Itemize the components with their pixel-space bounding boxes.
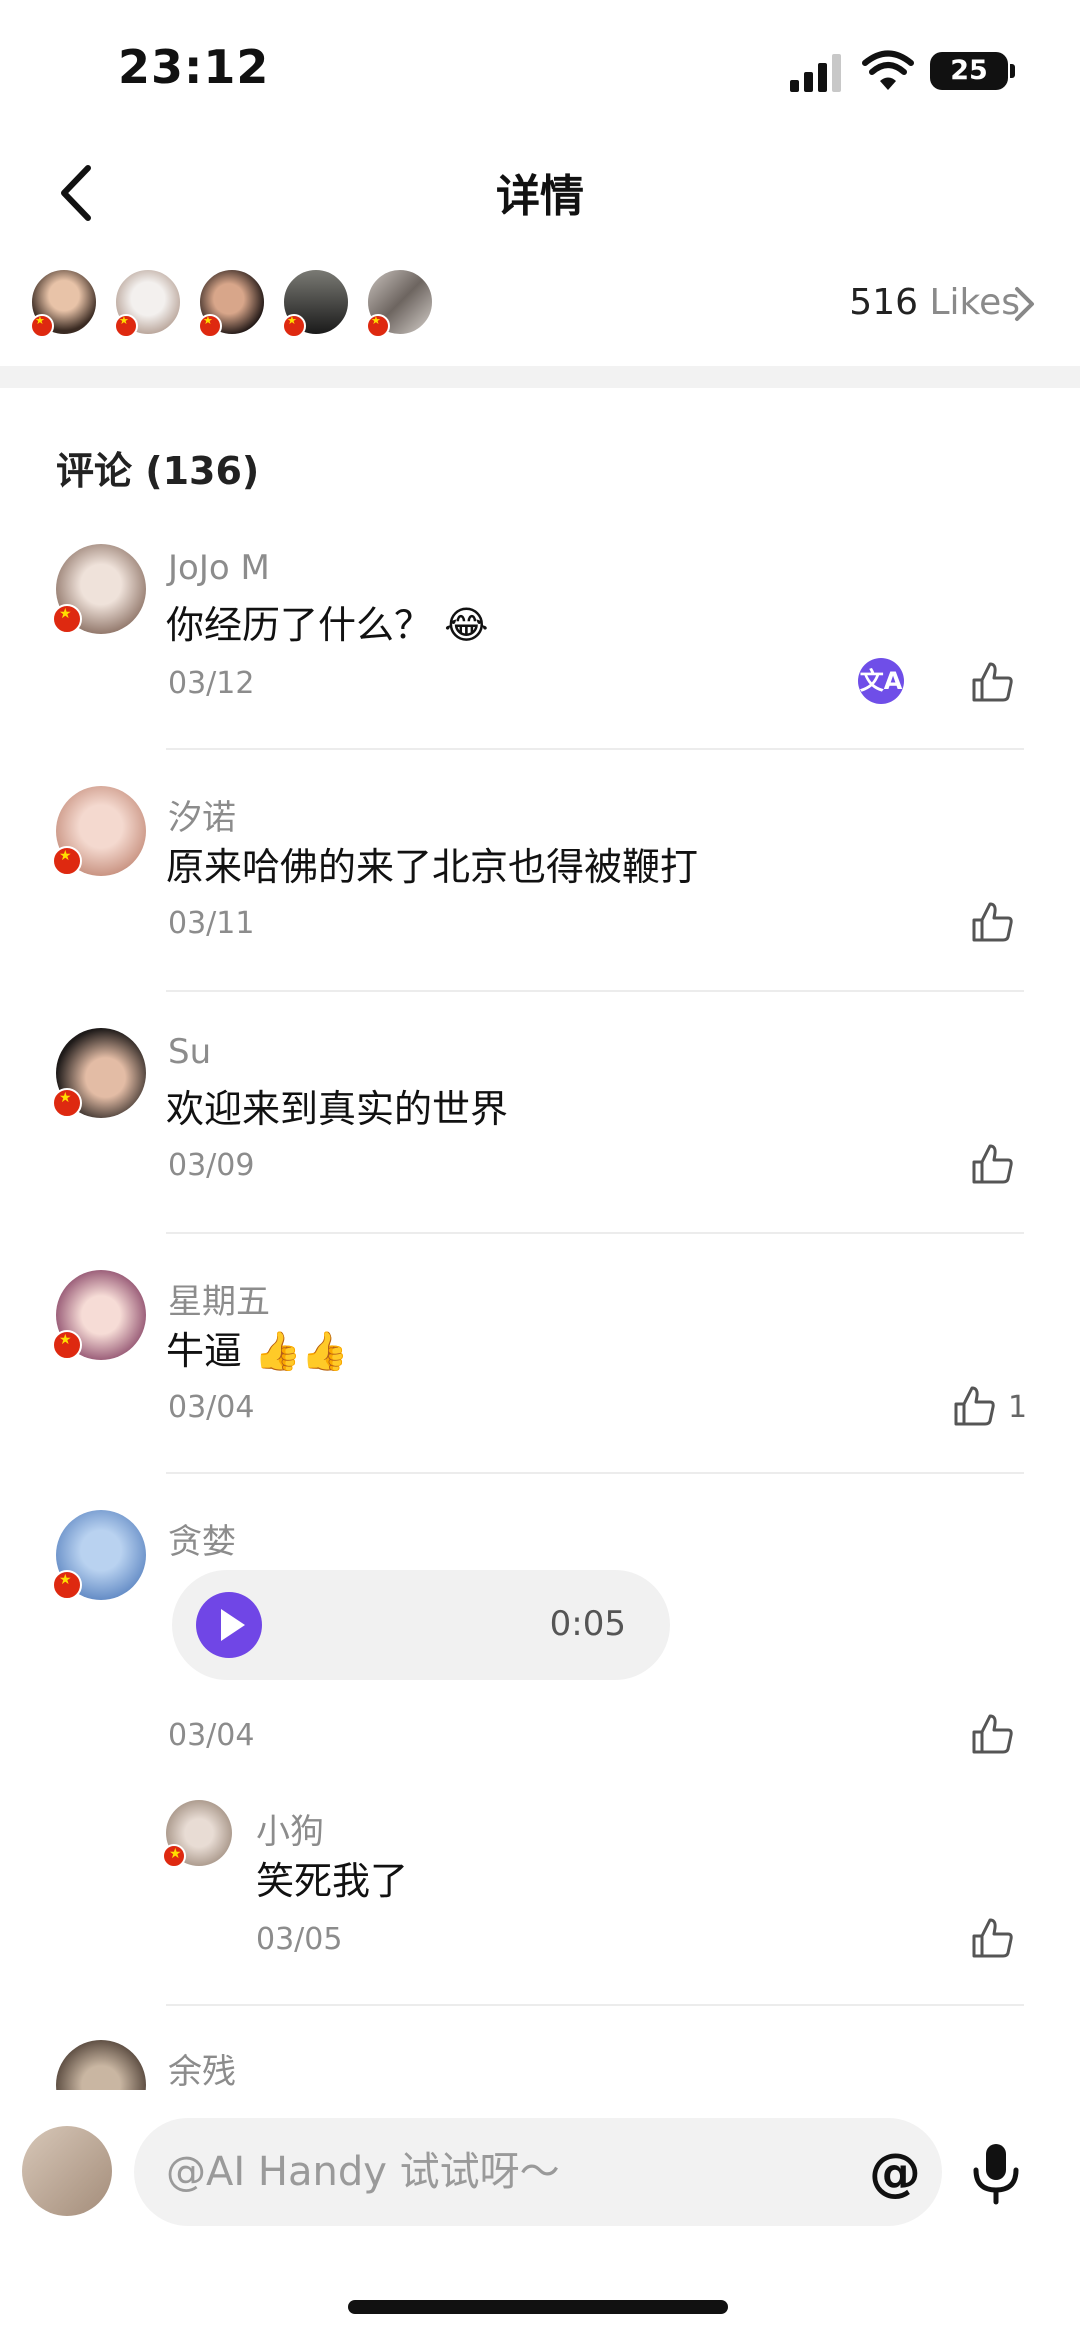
- likes-label: Likes: [929, 282, 1020, 323]
- likers-avatar-row[interactable]: [30, 268, 470, 340]
- comment-body: 牛逼: [166, 1329, 243, 1373]
- commenter-avatar[interactable]: [52, 786, 146, 876]
- likes-number: 516: [849, 282, 919, 323]
- commenter-name[interactable]: 贪婪: [168, 1514, 236, 1563]
- thumbs-up-icon[interactable]: [970, 1916, 1014, 1960]
- comment-text: 欢迎来到真实的世界: [166, 1087, 509, 1131]
- at-mention-icon[interactable]: @: [866, 2146, 924, 2204]
- commenter-name[interactable]: JoJo M: [168, 548, 270, 588]
- voice-duration: 0:05: [549, 1604, 626, 1644]
- divider: [166, 990, 1024, 992]
- commenter-avatar[interactable]: [52, 1028, 146, 1118]
- microphone-icon[interactable]: [966, 2140, 1026, 2206]
- laugh-emoji-icon: 😂: [444, 603, 489, 647]
- flag-icon: [162, 1844, 186, 1868]
- commenter-name[interactable]: 小狗: [256, 1804, 324, 1853]
- flag-icon: [52, 1570, 82, 1600]
- battery-icon: 25: [930, 52, 1015, 90]
- divider: [166, 2004, 1024, 2006]
- thumbs-up-icon[interactable]: [952, 1384, 996, 1428]
- my-avatar[interactable]: [22, 2126, 112, 2216]
- status-bar: 23:12 25: [0, 0, 1080, 130]
- divider: [166, 1232, 1024, 1234]
- comment-body: 你经历了什么？: [166, 603, 433, 647]
- flag-icon: [52, 1088, 82, 1118]
- comment-input[interactable]: @AI Handy 试试呀～: [134, 2118, 942, 2226]
- chevron-right-icon[interactable]: [1012, 284, 1038, 324]
- section-divider: [0, 366, 1080, 388]
- comment-text: 你经历了什么？ 😂: [166, 594, 489, 649]
- status-time: 23:12: [118, 40, 270, 94]
- voice-message[interactable]: 0:05: [172, 1570, 670, 1680]
- thumbs-up-emoji-icon: 👍👍: [254, 1329, 349, 1373]
- commenter-name[interactable]: 汐诺: [168, 790, 236, 839]
- comment-date: 03/11: [168, 906, 255, 941]
- commenter-avatar[interactable]: [52, 1510, 146, 1600]
- comment-text: 牛逼 👍👍: [166, 1320, 349, 1375]
- commenter-name[interactable]: 星期五: [168, 1274, 270, 1323]
- like-count: 1: [1008, 1390, 1028, 1425]
- comment-text: 笑死我了: [256, 1859, 409, 1903]
- wifi-icon: [862, 50, 914, 90]
- comments-title: 评论 (136): [56, 449, 260, 493]
- commenter-name[interactable]: Su: [168, 1032, 211, 1072]
- commenter-name[interactable]: 余残: [168, 2044, 236, 2093]
- thumbs-up-icon[interactable]: [970, 660, 1014, 704]
- comment-text: 原来哈佛的来了北京也得被鞭打: [166, 845, 699, 889]
- thumbs-up-icon[interactable]: [970, 900, 1014, 944]
- comment-date: 03/04: [168, 1718, 255, 1753]
- play-icon[interactable]: [196, 1592, 262, 1658]
- page-title: 详情: [496, 171, 584, 222]
- reply-avatar[interactable]: [162, 1800, 232, 1868]
- flag-icon: [52, 1330, 82, 1360]
- commenter-avatar[interactable]: [52, 544, 146, 634]
- divider: [166, 1472, 1024, 1474]
- comment-date: 03/12: [168, 666, 255, 701]
- flag-icon: [198, 314, 222, 338]
- signal-icon: [790, 54, 841, 92]
- comment-date: 03/09: [168, 1148, 255, 1183]
- flag-icon: [366, 314, 390, 338]
- thumbs-up-icon[interactable]: [970, 1142, 1014, 1186]
- comment-date: 03/04: [168, 1390, 255, 1425]
- commenter-avatar[interactable]: [52, 1270, 146, 1360]
- home-indicator: [348, 2300, 728, 2314]
- comment-date: 03/05: [256, 1922, 343, 1957]
- translate-icon[interactable]: 文A: [858, 658, 904, 704]
- divider: [166, 748, 1024, 750]
- flag-icon: [30, 314, 54, 338]
- thumbs-up-icon[interactable]: [970, 1712, 1014, 1756]
- flag-icon: [52, 846, 82, 876]
- flag-icon: [52, 604, 82, 634]
- likes-count[interactable]: 516 Likes: [849, 282, 1020, 323]
- flag-icon: [282, 314, 306, 338]
- flag-icon: [114, 314, 138, 338]
